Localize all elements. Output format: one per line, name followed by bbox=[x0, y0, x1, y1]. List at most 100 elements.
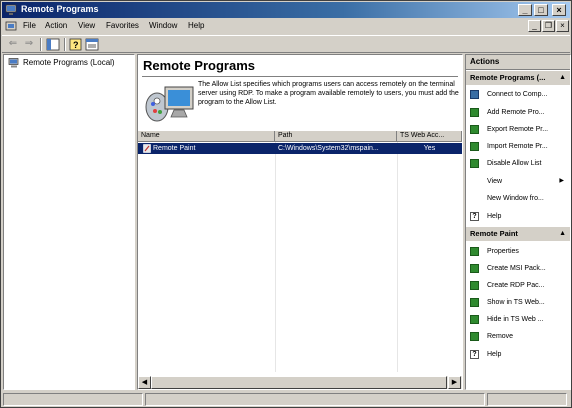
results-pane: Remote Programs The Allow List specifies… bbox=[137, 54, 463, 390]
submenu-arrow-icon: ▶ bbox=[559, 178, 564, 184]
section-title: Remote Paint bbox=[470, 229, 518, 238]
action-label: Import Remote Pr... bbox=[487, 143, 548, 150]
tree-item-label: Remote Programs (Local) bbox=[23, 58, 115, 68]
table-row[interactable]: Remote Paint C:\Windows\System32\mspain.… bbox=[138, 143, 462, 154]
action-connect-to-computer[interactable]: Connect to Comp... bbox=[466, 87, 570, 102]
action-label: Export Remote Pr... bbox=[487, 126, 549, 133]
allow-list-description: The Allow List specifies which programs … bbox=[198, 81, 459, 106]
section-title: Remote Programs (... bbox=[470, 73, 546, 82]
column-header-path[interactable]: Path bbox=[275, 131, 397, 142]
action-arrow-icon bbox=[470, 247, 479, 256]
menu-file[interactable]: File bbox=[23, 21, 36, 30]
close-button[interactable]: × bbox=[552, 4, 566, 16]
child-close-button[interactable]: × bbox=[556, 20, 569, 32]
console-root-icon[interactable] bbox=[5, 20, 17, 32]
scroll-left-icon[interactable]: ◀ bbox=[138, 376, 151, 389]
row-path: C:\Windows\System32\mspain... bbox=[278, 145, 379, 152]
action-label: Show in TS Web... bbox=[487, 299, 545, 306]
horizontal-scrollbar[interactable]: ◀ ▶ bbox=[138, 376, 462, 389]
status-cell bbox=[145, 393, 485, 406]
help-icon: ? bbox=[470, 212, 479, 221]
action-arrow-icon bbox=[470, 108, 479, 117]
action-hide-in-ts-web[interactable]: Hide in TS Web ... bbox=[466, 312, 570, 327]
scroll-right-icon[interactable]: ▶ bbox=[448, 376, 461, 389]
menu-view[interactable]: View bbox=[78, 21, 95, 30]
actions-section-remote-paint[interactable]: Remote Paint ▲ bbox=[466, 227, 570, 241]
action-arrow-icon bbox=[470, 159, 479, 168]
child-restore-button[interactable]: ❐ bbox=[542, 20, 555, 32]
action-arrow-icon bbox=[470, 264, 479, 273]
column-header-ts-web[interactable]: TS Web Acc... bbox=[397, 131, 462, 142]
scroll-thumb[interactable] bbox=[151, 376, 447, 389]
menu-action[interactable]: Action bbox=[45, 21, 67, 30]
list-header: Name Path TS Web Acc... bbox=[138, 131, 462, 142]
action-label: Remove bbox=[487, 333, 514, 340]
action-label: Add Remote Pro... bbox=[487, 109, 545, 116]
column-header-name[interactable]: Name bbox=[138, 131, 275, 142]
menu-bar: File Action View Favorites Window Help _… bbox=[2, 19, 570, 34]
actions-section-remote-programs[interactable]: Remote Programs (... ▲ bbox=[466, 71, 570, 85]
action-show-in-ts-web[interactable]: Show in TS Web... bbox=[466, 295, 570, 310]
title-divider bbox=[142, 76, 458, 77]
results-header: Remote Programs The Allow List specifies… bbox=[138, 55, 462, 128]
action-export-remote-programs[interactable]: Export Remote Pr... bbox=[466, 122, 570, 137]
action-create-msi-package[interactable]: Create MSI Pack... bbox=[466, 261, 570, 276]
action-label: Create MSI Pack... bbox=[487, 265, 546, 272]
action-new-window[interactable]: New Window fro... bbox=[466, 191, 570, 206]
row-ts-web: Yes bbox=[423, 145, 436, 152]
svg-text:?: ? bbox=[73, 40, 79, 50]
action-help[interactable]: ? Help bbox=[466, 209, 570, 224]
action-label: Connect to Comp... bbox=[487, 91, 548, 98]
status-cell bbox=[487, 393, 567, 406]
tree-item-remote-programs[interactable]: Remote Programs (Local) bbox=[8, 58, 115, 68]
properties-icon[interactable] bbox=[85, 38, 99, 51]
collapse-arrow-icon[interactable]: ▲ bbox=[559, 227, 566, 241]
back-arrow-icon[interactable]: ⇐ bbox=[6, 38, 20, 51]
action-view[interactable]: View ▶ bbox=[466, 174, 570, 189]
action-arrow-icon bbox=[470, 332, 479, 341]
action-arrow-icon bbox=[470, 142, 479, 151]
actions-pane: Actions Remote Programs (... ▲ Connect t… bbox=[465, 54, 571, 390]
computer-icon bbox=[470, 90, 479, 99]
row-name: Remote Paint bbox=[153, 145, 196, 152]
action-label: Create RDP Pac... bbox=[487, 282, 545, 289]
status-cell bbox=[3, 393, 143, 406]
action-arrow-icon bbox=[470, 298, 479, 307]
action-label: Disable Allow List bbox=[487, 160, 542, 167]
remote-programs-illustration-icon bbox=[145, 86, 194, 122]
action-import-remote-programs[interactable]: Import Remote Pr... bbox=[466, 139, 570, 154]
minimize-button[interactable]: _ bbox=[518, 4, 532, 16]
menu-window[interactable]: Window bbox=[149, 21, 177, 30]
action-help-remote-paint[interactable]: ? Help bbox=[466, 347, 570, 362]
page-title: Remote Programs bbox=[143, 58, 255, 73]
action-label: View bbox=[487, 178, 503, 185]
action-create-rdp-package[interactable]: Create RDP Pac... bbox=[466, 278, 570, 293]
computer-icon bbox=[8, 58, 19, 68]
status-bar bbox=[2, 392, 570, 407]
menu-help[interactable]: Help bbox=[188, 21, 204, 30]
help-icon[interactable]: ? bbox=[69, 38, 83, 51]
action-label: Hide in TS Web ... bbox=[487, 316, 544, 323]
show-hide-tree-icon[interactable] bbox=[46, 38, 60, 51]
console-tree-pane[interactable]: Remote Programs (Local) bbox=[3, 54, 135, 390]
action-label: Help bbox=[487, 213, 502, 220]
title-bar[interactable]: Remote Programs _ □ × bbox=[2, 2, 570, 18]
collapse-arrow-icon[interactable]: ▲ bbox=[559, 71, 566, 85]
paint-program-icon bbox=[143, 144, 151, 153]
menu-favorites[interactable]: Favorites bbox=[106, 21, 139, 30]
action-arrow-icon bbox=[470, 315, 479, 324]
action-arrow-icon bbox=[470, 125, 479, 134]
child-minimize-button[interactable]: _ bbox=[528, 20, 541, 32]
action-label: New Window fro... bbox=[487, 195, 544, 202]
action-remove[interactable]: Remove bbox=[466, 329, 570, 344]
toolbar: ⇐ ⇒ ? bbox=[2, 35, 570, 53]
action-properties[interactable]: Properties bbox=[466, 244, 570, 259]
action-label: Properties bbox=[487, 248, 519, 255]
mmc-window: Remote Programs _ □ × File Action View F… bbox=[0, 0, 572, 408]
actions-title: Actions bbox=[466, 55, 570, 70]
action-disable-allow-list[interactable]: Disable Allow List bbox=[466, 156, 570, 171]
maximize-button[interactable]: □ bbox=[534, 4, 548, 16]
window-title: Remote Programs bbox=[21, 4, 99, 14]
action-add-remote-programs[interactable]: Add Remote Pro... bbox=[466, 105, 570, 120]
forward-arrow-icon[interactable]: ⇒ bbox=[22, 38, 36, 51]
